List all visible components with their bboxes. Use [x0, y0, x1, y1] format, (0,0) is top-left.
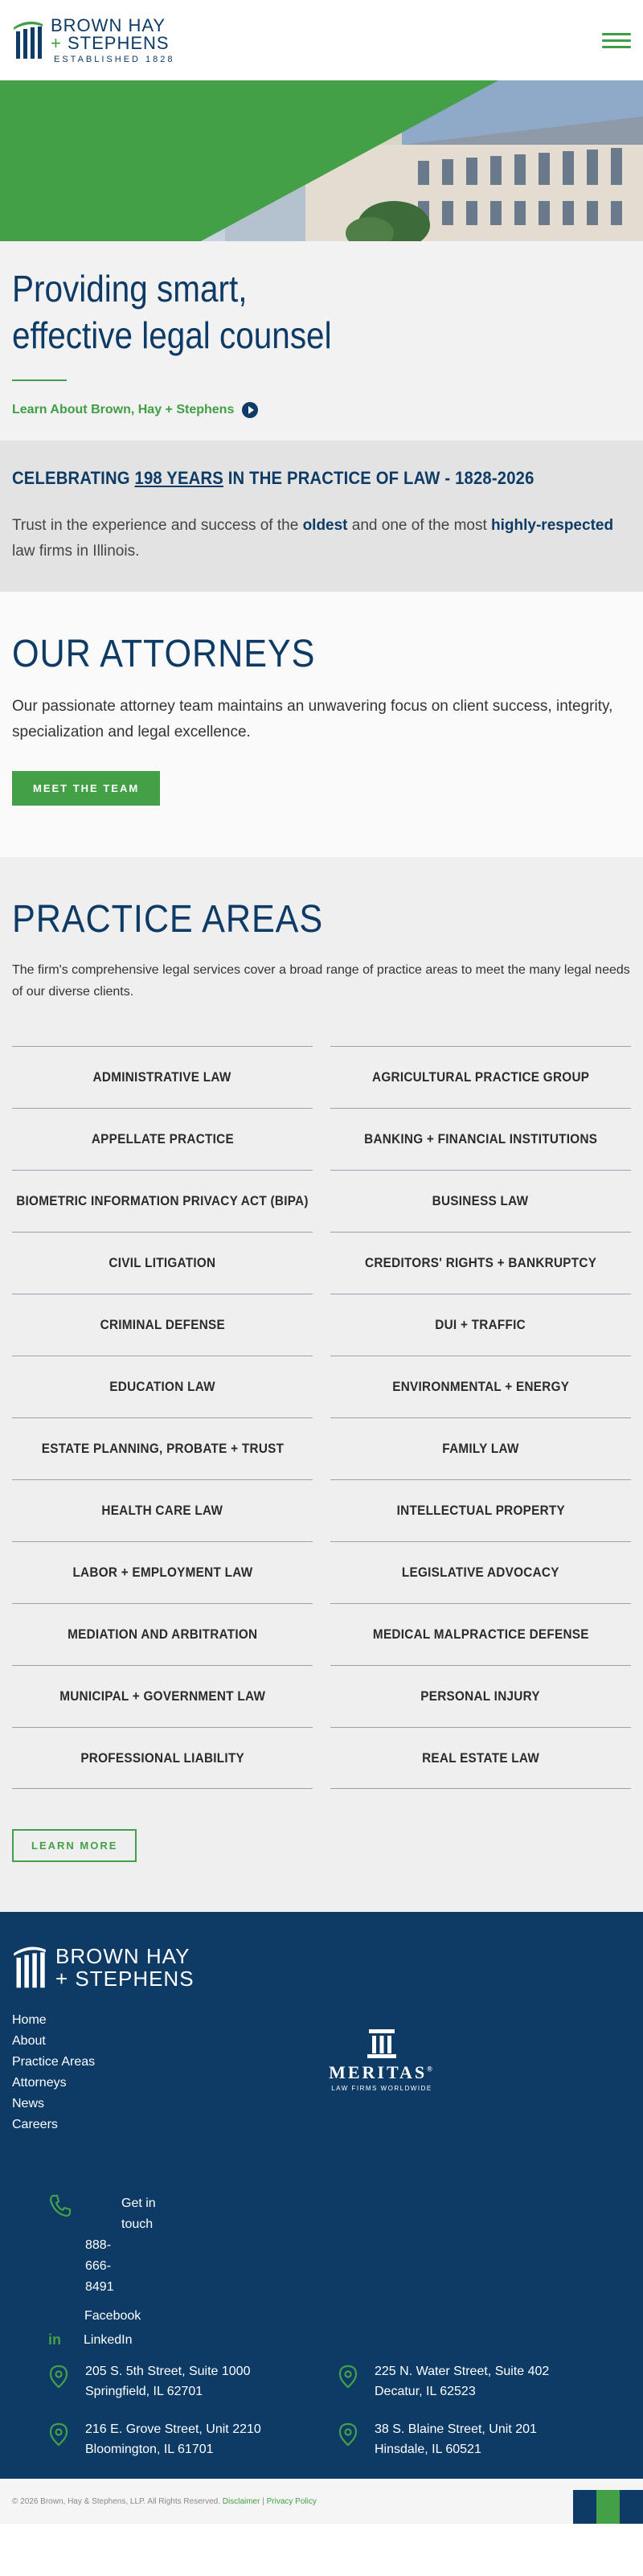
practice-area-item[interactable]: ENVIRONMENTAL + ENERGY: [330, 1356, 631, 1417]
intro-section: Providing smart, effective legal counsel…: [0, 241, 643, 441]
practice-areas-grid: ADMINISTRATIVE LAW AGRICULTURAL PRACTICE …: [12, 1046, 631, 1789]
site-logo[interactable]: BROWN HAY + STEPHENS ESTABLISHED 1828: [12, 14, 175, 64]
linkedin-link[interactable]: in LinkedIn: [48, 2332, 631, 2348]
office-line1: 225 N. Water Street, Suite 402: [375, 2365, 550, 2378]
footer-logo-line1: BROWN HAY: [55, 1944, 190, 1968]
learn-about-link[interactable]: Learn About Brown, Hay + Stephens: [12, 402, 631, 418]
practice-areas-section: PRACTICE AREAS The firm's comprehensive …: [0, 857, 643, 1912]
attorneys-section: OUR ATTORNEYS Our passionate attorney te…: [0, 592, 643, 857]
footer-nav: Home About Practice Areas Attorneys News Care…: [12, 2013, 95, 2132]
practice-areas-text: The firm's comprehensive legal services …: [12, 963, 630, 999]
office-locations: 205 S. 5th Street, Suite 1000 Springfield…: [12, 2361, 631, 2459]
pillars-logo-icon: [14, 1946, 46, 1988]
get-in-touch-label: Get in touch: [121, 2197, 156, 2231]
celebrate-title: CELEBRATING 198 YEARS IN THE PRACTICE OF…: [12, 468, 534, 488]
office-line2: Hinsdale, IL 60521: [375, 2443, 481, 2456]
practice-area-item[interactable]: MUNICIPAL + GOVERNMENT LAW: [12, 1665, 313, 1727]
learn-more-button[interactable]: LEARN MORE: [12, 1829, 137, 1862]
copyright: © 2026 Brown, Hay & Stephens, LLP. All R…: [12, 2496, 317, 2506]
footer-bottom-bar: © 2026 Brown, Hay & Stephens, LLP. All R…: [0, 2479, 643, 2524]
footer-nav-link[interactable]: Attorneys: [12, 2076, 95, 2090]
practice-area-item[interactable]: EDUCATION LAW: [12, 1356, 313, 1417]
meritas-wordmark: MERITAS®: [329, 2062, 435, 2082]
practice-area-item[interactable]: FAMILY LAW: [330, 1417, 631, 1479]
practice-area-item[interactable]: DUI + TRAFFIC: [330, 1294, 631, 1356]
attorneys-text: Our passionate attorney team maintains a…: [12, 698, 613, 740]
map-pin-icon: [338, 2422, 358, 2447]
meritas-tagline: LAW FIRMS WORLDWIDE: [331, 2085, 432, 2092]
celebrate-text: Trust in the experience and success of t…: [12, 517, 614, 560]
practice-area-item[interactable]: BANKING + FINANCIAL INSTITUTIONS: [330, 1108, 631, 1170]
phone-icon: [49, 2194, 72, 2217]
practice-area-item[interactable]: REAL ESTATE LAW: [330, 1727, 631, 1789]
footer-nav-link[interactable]: Practice Areas: [12, 2055, 95, 2069]
logo-name-line2: + STEPHENS: [51, 32, 170, 53]
office-line2: Bloomington, IL 61701: [85, 2443, 214, 2456]
office-line1: 205 S. 5th Street, Suite 1000: [85, 2365, 251, 2378]
hero-green-diagonal: [201, 80, 498, 241]
practice-area-item[interactable]: LABOR + EMPLOYMENT LAW: [12, 1541, 313, 1603]
office-address[interactable]: 38 S. Blaine Street, Unit 201 Hinsdale, I…: [338, 2419, 611, 2459]
logo-established: ESTABLISHED 1828: [54, 54, 175, 64]
phone-number[interactable]: 888-666-8491: [85, 2235, 133, 2298]
office-address[interactable]: 205 S. 5th Street, Suite 1000 Springfield…: [48, 2361, 338, 2402]
practice-area-item[interactable]: BIOMETRIC INFORMATION PRIVACY ACT (BIPA): [12, 1170, 313, 1232]
office-line2: Decatur, IL 62523: [375, 2385, 476, 2398]
practice-area-item[interactable]: APPELLATE PRACTICE: [12, 1108, 313, 1170]
map-pin-icon: [49, 2365, 68, 2389]
pillars-logo-icon: [14, 21, 43, 59]
privacy-policy-link[interactable]: Privacy Policy: [267, 2497, 317, 2506]
practice-area-item[interactable]: BUSINESS LAW: [330, 1170, 631, 1232]
practice-area-item[interactable]: HEALTH CARE LAW: [12, 1479, 313, 1541]
linkedin-icon: in: [48, 2332, 61, 2348]
footer-nav-link[interactable]: Careers: [12, 2118, 95, 2132]
practice-area-item[interactable]: MEDIATION AND ARBITRATION: [12, 1603, 313, 1665]
facebook-link[interactable]: Facebook: [84, 2309, 631, 2324]
footer-logo-line2: + STEPHENS: [55, 1967, 195, 1991]
footer-logo[interactable]: BROWN HAY + STEPHENS: [12, 1944, 631, 1991]
practice-area-item[interactable]: ESTATE PLANNING, PROBATE + TRUST: [12, 1417, 313, 1479]
practice-areas-title: PRACTICE AREAS: [12, 898, 324, 941]
site-footer: BROWN HAY + STEPHENS Home About Practice A…: [0, 1912, 643, 2524]
meritas-pillar-icon: [367, 2029, 396, 2058]
office-address[interactable]: 216 E. Grove Street, Unit 2210 Bloomingto…: [48, 2419, 338, 2459]
meet-the-team-button[interactable]: MEET THE TEAM: [12, 771, 161, 806]
meritas-logo[interactable]: MERITAS® LAW FIRMS WORLDWIDE: [322, 2029, 442, 2092]
practice-area-item[interactable]: INTELLECTUAL PROPERTY: [330, 1479, 631, 1541]
practice-area-item[interactable]: CIVIL LITIGATION: [12, 1232, 313, 1294]
map-pin-icon: [49, 2422, 68, 2447]
office-line2: Springfield, IL 62701: [85, 2385, 203, 2398]
celebrate-section: CELEBRATING 198 YEARS IN THE PRACTICE OF…: [0, 441, 643, 592]
footer-nav-link[interactable]: News: [12, 2097, 95, 2111]
practice-area-item[interactable]: CREDITORS' RIGHTS + BANKRUPTCY: [330, 1232, 631, 1294]
office-line1: 38 S. Blaine Street, Unit 201: [375, 2422, 537, 2436]
practice-area-item[interactable]: CRIMINAL DEFENSE: [12, 1294, 313, 1356]
practice-area-item[interactable]: LEGISLATIVE ADVOCACY: [330, 1541, 631, 1603]
map-pin-icon: [338, 2365, 358, 2389]
hero-image: [0, 80, 643, 241]
site-header: BROWN HAY + STEPHENS ESTABLISHED 1828: [0, 0, 643, 80]
practice-area-item[interactable]: ADMINISTRATIVE LAW: [12, 1046, 313, 1108]
attorneys-title: OUR ATTORNEYS: [12, 633, 316, 675]
hamburger-menu-icon[interactable]: [602, 32, 631, 48]
arrow-right-icon: [242, 402, 259, 418]
divider: [12, 379, 67, 381]
office-address[interactable]: 225 N. Water Street, Suite 402 Decatur, I…: [338, 2361, 611, 2402]
logo-name-line1: BROWN HAY: [51, 14, 166, 35]
practice-area-item[interactable]: MEDICAL MALPRACTICE DEFENSE: [330, 1603, 631, 1665]
decorative-squares: [573, 2479, 643, 2524]
footer-contact: Get in touch 888-666-8491 Facebook in Li…: [12, 2193, 631, 2348]
practice-area-item[interactable]: AGRICULTURAL PRACTICE GROUP: [330, 1046, 631, 1108]
hero-green-panel: [0, 80, 201, 241]
footer-nav-link[interactable]: About: [12, 2034, 95, 2049]
intro-headline: Providing smart, effective legal counsel: [12, 268, 332, 356]
practice-area-item[interactable]: PROFESSIONAL LIABILITY: [12, 1727, 313, 1789]
footer-nav-link[interactable]: Home: [12, 2013, 95, 2028]
office-line1: 216 E. Grove Street, Unit 2210: [85, 2422, 261, 2436]
disclaimer-link[interactable]: Disclaimer: [223, 2497, 260, 2506]
practice-area-item[interactable]: PERSONAL INJURY: [330, 1665, 631, 1727]
